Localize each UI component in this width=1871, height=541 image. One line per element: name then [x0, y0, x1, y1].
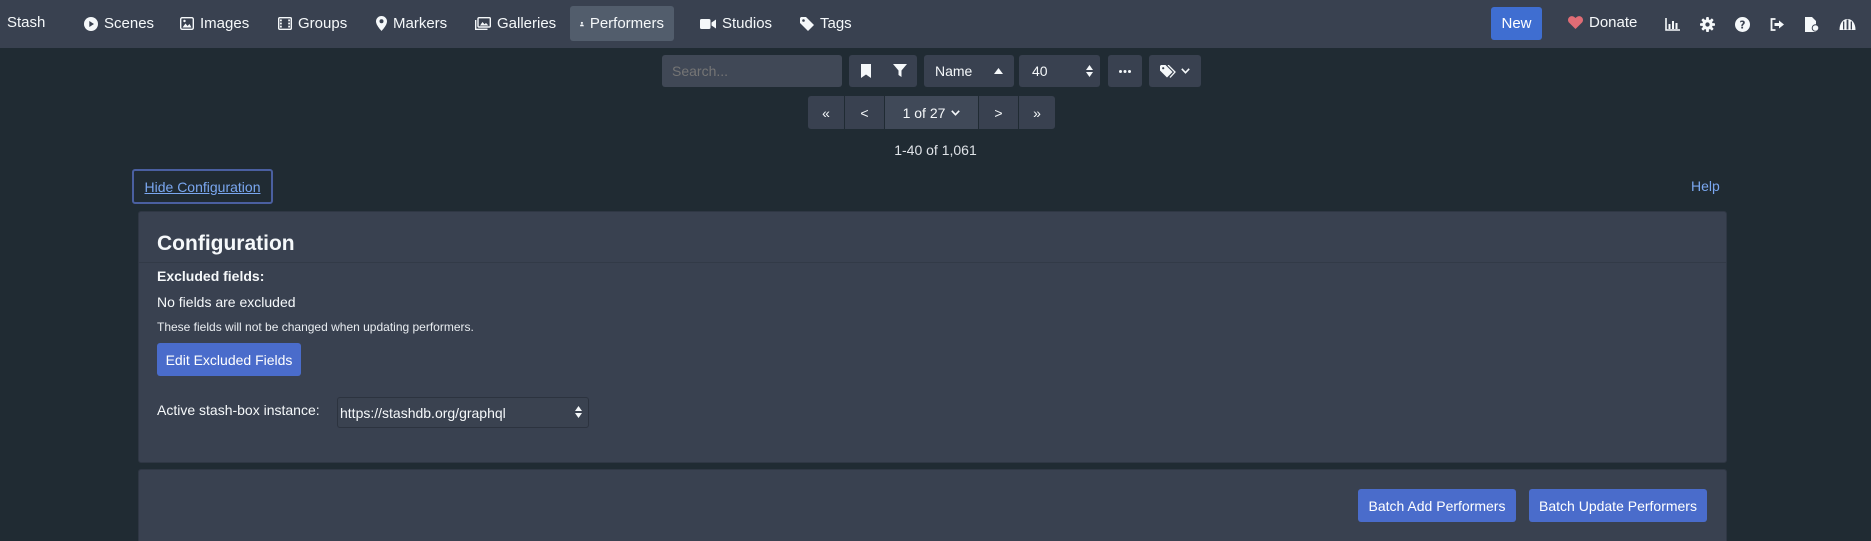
result-count: 1-40 of 1,061	[894, 142, 977, 158]
gear-icon[interactable]	[1696, 13, 1718, 35]
search-input[interactable]	[662, 55, 842, 87]
help-icon[interactable]: ?	[1731, 13, 1753, 35]
sort-by-label: Name	[935, 63, 973, 79]
configuration-card: Configuration Excluded fields: No fields…	[138, 211, 1727, 463]
per-page-value: 40	[1032, 63, 1048, 79]
ellipsis-icon	[1119, 69, 1131, 73]
chevron-down-icon	[951, 109, 961, 116]
svg-text:?: ?	[1739, 19, 1745, 31]
nav-label-scenes: Scenes	[104, 15, 155, 32]
configuration-title: Configuration	[157, 232, 295, 255]
nav-item-scenes[interactable]: Scenes	[74, 6, 164, 41]
excluded-fields-label: Excluded fields:	[157, 268, 265, 284]
sort-by-select[interactable]: Name	[924, 55, 1014, 87]
chevron-down-icon	[1181, 68, 1190, 74]
heart-icon	[1568, 16, 1583, 29]
stats-icon[interactable]	[1661, 13, 1683, 35]
pager-first-button[interactable]: «	[808, 96, 844, 129]
nav-label-groups: Groups	[298, 15, 348, 32]
donate-label: Donate	[1589, 14, 1638, 31]
filter-button-group	[849, 55, 917, 87]
batch-actions-card: Batch Add Performers Batch Update Perfor…	[138, 469, 1727, 541]
excluded-fields-note: These fields will not be changed when up…	[157, 320, 474, 334]
batch-add-performers-button[interactable]: Batch Add Performers	[1358, 489, 1516, 522]
play-circle-icon	[84, 16, 98, 31]
pager-current-select[interactable]: 1 of 27	[885, 96, 978, 129]
edit-excluded-fields-button[interactable]: Edit Excluded Fields	[157, 343, 301, 376]
pager-current-label: 1 of 27	[902, 104, 946, 121]
help-link[interactable]: Help	[1691, 178, 1720, 194]
tag-icon	[800, 16, 814, 31]
saved-filter-button[interactable]	[849, 64, 883, 78]
nav-item-tags[interactable]: Tags	[790, 6, 862, 41]
pager-next-button[interactable]: >	[979, 96, 1018, 129]
nav-label-markers: Markers	[393, 15, 448, 32]
nav-item-performers[interactable]: Performers	[570, 6, 674, 41]
select-arrows-icon	[1086, 65, 1093, 77]
nav-label-images: Images	[200, 15, 250, 32]
nav-label-studios: Studios	[722, 15, 773, 32]
nav-item-groups[interactable]: Groups	[268, 6, 357, 41]
nav-label-tags: Tags	[820, 15, 852, 32]
image-icon	[180, 17, 194, 30]
nav-label-galleries: Galleries	[497, 15, 557, 32]
images-icon	[475, 17, 491, 30]
new-button[interactable]: New	[1491, 7, 1542, 40]
sort-ascending-icon[interactable]	[994, 68, 1003, 74]
user-icon	[580, 21, 584, 26]
helmet-icon[interactable]	[1836, 13, 1858, 35]
bookmark-icon	[861, 64, 871, 78]
stash-box-instance-value: https://stashdb.org/graphql	[340, 404, 506, 421]
nav-item-markers[interactable]: Markers	[366, 6, 457, 41]
filter-icon	[893, 64, 907, 77]
nav-item-studios[interactable]: Studios	[690, 6, 782, 41]
top-navbar: Stash Scenes Images Groups Markers Galle…	[0, 0, 1871, 48]
pager-last-button[interactable]: »	[1019, 96, 1055, 129]
nav-item-images[interactable]: Images	[170, 6, 259, 41]
per-page-select[interactable]: 40	[1019, 55, 1100, 87]
no-fields-text: No fields are excluded	[157, 294, 296, 310]
stash-box-instance-select[interactable]: https://stashdb.org/graphql	[337, 397, 589, 428]
tags-icon	[1160, 64, 1176, 78]
file-icon[interactable]	[1801, 13, 1823, 35]
pager-prev-button[interactable]: <	[845, 96, 884, 129]
tags-dropdown-button[interactable]	[1149, 55, 1201, 87]
more-options-button[interactable]	[1108, 55, 1142, 87]
brand-link[interactable]: Stash	[7, 14, 45, 31]
filter-button[interactable]	[883, 64, 917, 78]
map-marker-icon	[376, 16, 387, 31]
donate-button[interactable]: Donate	[1568, 14, 1637, 31]
logout-icon[interactable]	[1766, 13, 1788, 35]
select-arrows-icon	[575, 406, 582, 418]
batch-update-performers-button[interactable]: Batch Update Performers	[1529, 489, 1707, 522]
film-icon	[278, 17, 292, 30]
nav-label-performers: Performers	[589, 15, 664, 32]
nav-item-galleries[interactable]: Galleries	[465, 6, 566, 41]
stash-box-instance-label: Active stash-box instance:	[157, 402, 320, 418]
video-icon	[700, 18, 716, 29]
card-divider	[139, 262, 1726, 263]
hide-configuration-button[interactable]: Hide Configuration	[132, 169, 273, 204]
